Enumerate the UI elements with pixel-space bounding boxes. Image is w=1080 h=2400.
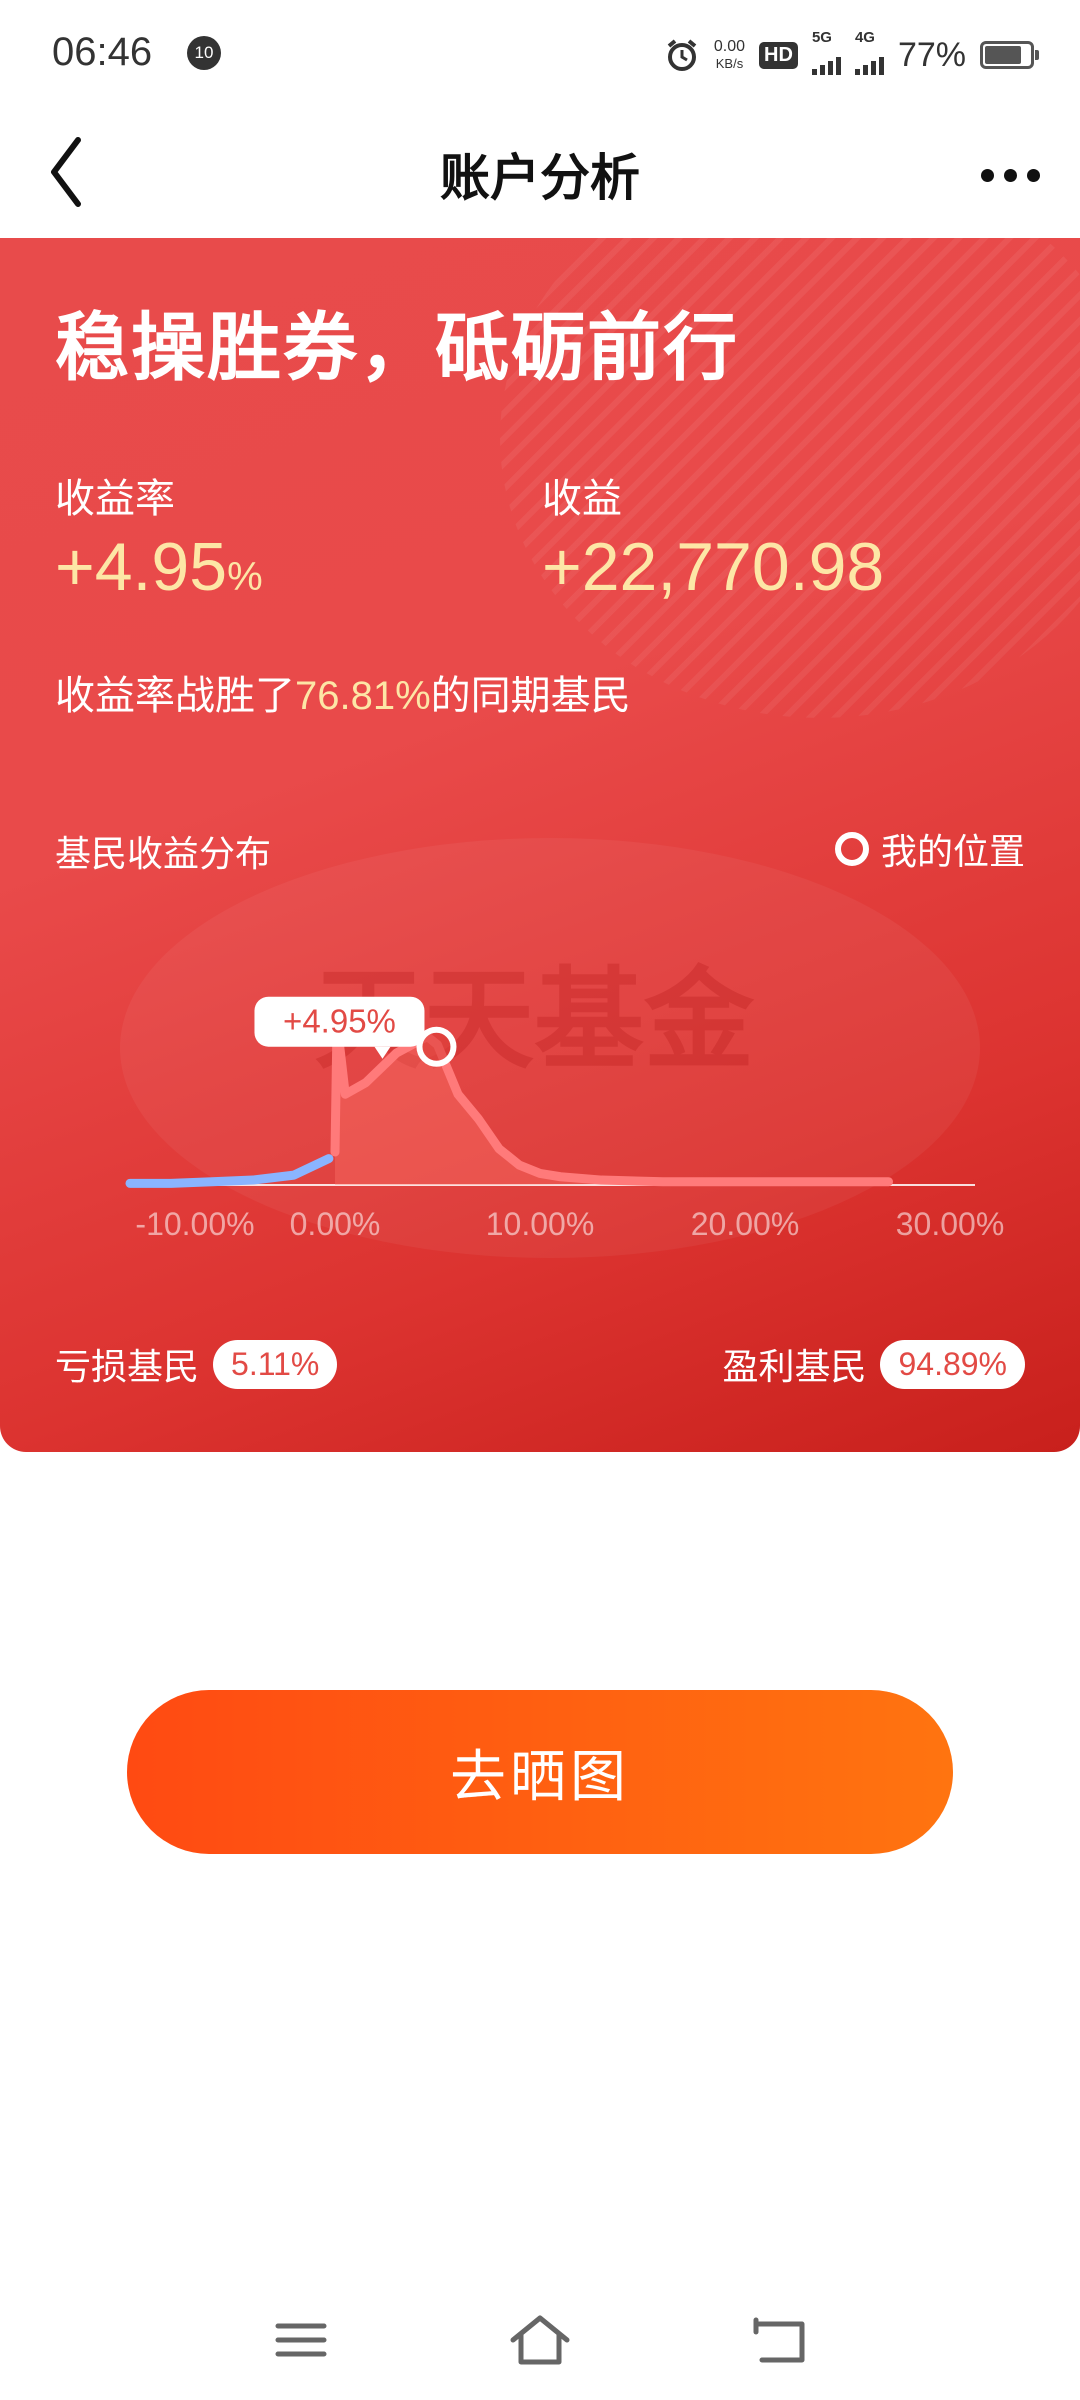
marker-label: +4.95% [283,1003,396,1040]
signal-icon-2: 4G [854,29,884,75]
position-ring-icon [834,832,869,866]
battery-percent: 77% [897,35,966,74]
signal-icon: 5G [811,29,841,75]
beat-suffix: 的同期基民 [430,673,631,719]
my-position-label: 我的位置 [880,832,1025,873]
loss-label: 亏损基民 [55,1347,200,1388]
sim2-label: 4G [854,29,875,46]
return-button[interactable] [746,2310,816,2370]
loss-series-line [125,1154,334,1188]
loss-percent-badge: 5.11% [213,1339,338,1389]
profit-investors-label: 盈利基民 [722,1347,867,1388]
beat-statement: 收益率战胜了76.81%的同期基民 [55,663,631,721]
analysis-card: 稳操胜券，砥砺前行 收益率 +4.95% 收益 +22,770.98 收益率战胜… [0,238,1080,1452]
page-title: 账户分析 [440,149,640,207]
profit-percent-badge: 94.89% [880,1339,1025,1389]
net-speed: 0.00 KB/s [714,38,745,72]
menu-button[interactable] [266,2310,336,2370]
return-rate-number: +4.95 [55,529,228,605]
profit-label: 收益 [542,476,622,522]
my-position-marker [416,1026,457,1067]
x-tick-label: 30.00% [896,1206,1005,1242]
return-rate-unit: % [227,555,263,599]
beat-percent: 76.81% [295,674,431,718]
more-dots-icon [981,168,994,182]
back-icon [753,2317,805,2363]
alarm-icon [667,39,697,71]
status-bar: 06:46 10 0.00 KB/s HD 5G 4G 77% [0,0,1080,110]
sim1-label: 5G [811,29,832,46]
home-icon [510,2315,570,2365]
profit-investors: 盈利基民 94.89% [722,1338,1025,1390]
loss-investors: 亏损基民 5.11% [55,1338,338,1390]
x-tick-label: 0.00% [290,1206,381,1242]
x-tick-label: 20.00% [691,1206,800,1242]
my-position-legend: 我的位置 [834,823,1025,875]
system-nav-bar [0,2290,1080,2390]
status-icons: 0.00 KB/s HD 5G 4G 77% [664,29,1039,80]
x-tick-label: -10.00% [135,1206,254,1242]
notification-badge: 10 [187,36,221,70]
more-button[interactable] [950,150,1040,200]
menu-icon [275,2323,327,2357]
distribution-chart: 天天基金 -10.00% 0.00% 10.00% 20.00% 30.00%+4.95… [125,956,1005,1242]
share-image-button[interactable]: 去晒图 [127,1690,953,1854]
hd-badge: HD [759,41,798,69]
title-bar: 账户分析 [0,110,1080,238]
slogan: 稳操胜券，砥砺前行 [55,305,739,391]
home-button[interactable] [505,2310,575,2370]
beat-prefix: 收益率战胜了 [55,673,295,719]
profit-value: +22,770.98 [542,529,885,605]
x-tick-label: 10.00% [486,1206,595,1242]
clock: 06:46 [52,30,153,74]
distribution-title: 基民收益分布 [55,834,272,875]
battery-icon [980,41,1039,69]
net-speed-unit: KB/s [715,56,744,71]
return-rate-value: +4.95% [55,528,263,606]
net-speed-value: 0.00 [713,38,746,55]
return-rate-label: 收益率 [55,476,175,522]
